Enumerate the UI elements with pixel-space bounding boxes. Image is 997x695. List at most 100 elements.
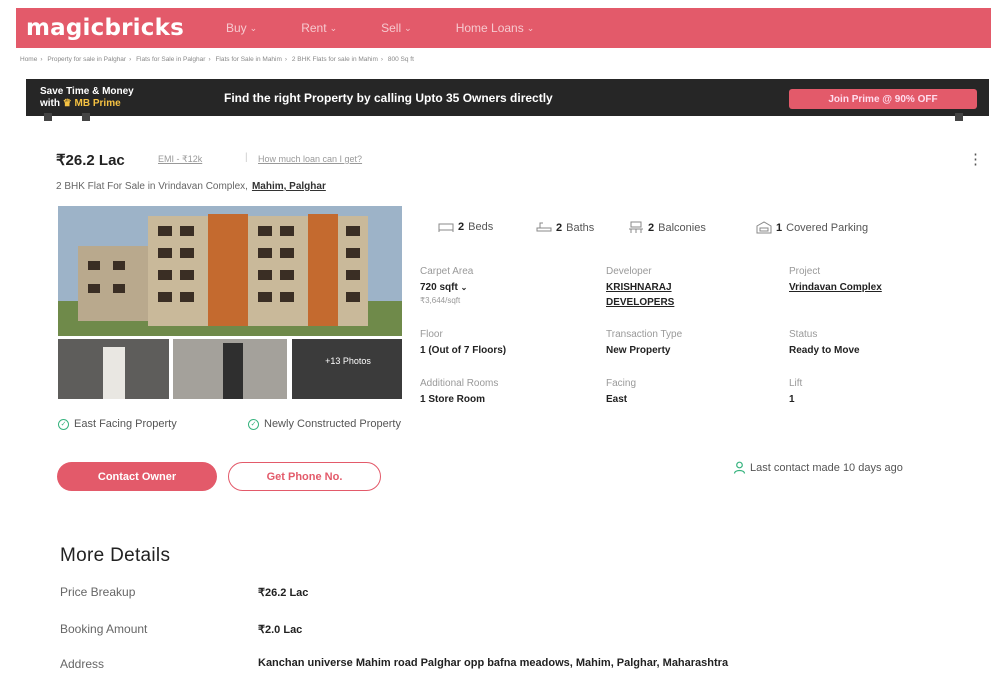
nav-buy-label: Buy (225, 21, 247, 35)
booking-amount-value: ₹2.0 Lac (258, 624, 303, 636)
address-label: Address (60, 657, 105, 671)
listing-subtitle: 2 BHK Flat For Sale in Vrindavan Complex… (56, 181, 326, 192)
parking-icon (756, 221, 772, 234)
property-thumbnail[interactable] (58, 339, 169, 399)
nav-sell[interactable]: Sell ⌄ (381, 21, 412, 35)
nav-home-loans[interactable]: Home Loans ⌄ (456, 21, 535, 35)
photo-count-label[interactable]: +13 Photos (308, 355, 388, 368)
property-thumbnail[interactable] (173, 339, 287, 399)
chevron-down-icon: ⌄ (404, 22, 412, 33)
nav-buy[interactable]: Buy ⌄ (226, 21, 257, 35)
breadcrumb-item[interactable]: 2 BHK Flats for sale in Mahim (292, 56, 378, 63)
baths-count: 2 (556, 221, 563, 234)
chevron-down-icon: ⌄ (329, 22, 338, 33)
amenity-balconies: 2 Balconies (628, 221, 706, 234)
nav-rent-label: Rent (301, 21, 327, 35)
developer-link-line-2[interactable]: DEVELOPERS (606, 297, 674, 308)
feature-tag-newly-constructed: ✓ Newly Constructed Property (248, 418, 401, 430)
prime-promo-text: Save Time & Money with ♛ MB Prime (40, 86, 200, 110)
breadcrumb-item[interactable]: Flats for Sale in Palghar (136, 56, 205, 63)
emi-link[interactable]: EMI - ₹12k (158, 154, 202, 165)
top-navbar: magicbricks Buy ⌄ Rent ⌄ Sell ⌄ Home Loans ⌄ (16, 8, 991, 48)
banner-corner-mark (44, 113, 52, 121)
crown-icon: ♛ (62, 97, 72, 109)
listing-location-link[interactable]: Mahim, Palghar (252, 181, 326, 192)
magicbricks-logo[interactable]: magicbricks (26, 15, 184, 41)
amenity-beds: 2 Beds (438, 221, 493, 233)
more-options-icon[interactable]: ⋮ (968, 150, 983, 168)
breadcrumb-item: 800 Sq ft (387, 56, 414, 63)
transaction-type-label: Transaction Type (606, 329, 683, 340)
prime-line-2: with ♛ MB Prime (40, 98, 200, 110)
check-circle-icon: ✓ (248, 418, 259, 430)
price-separator: | (245, 152, 248, 163)
price-breakup-label: Price Breakup (60, 585, 136, 599)
main-property-photo[interactable] (58, 206, 402, 336)
price-breakup-value: ₹26.2 Lac (258, 587, 309, 599)
transaction-type-value: New Property (606, 345, 671, 356)
baths-label: Baths (566, 221, 595, 234)
breadcrumb: Home › Property for sale in Palghar › Flat… (20, 56, 414, 63)
floor-value: 1 (Out of 7 Floors) (420, 345, 507, 356)
breadcrumb-item[interactable]: Property for sale in Palghar (47, 56, 126, 63)
project-label: Project (789, 266, 821, 277)
loan-eligibility-link[interactable]: How much loan can I get? (258, 154, 362, 164)
carpet-area-value[interactable]: 720 sqft ⌄ (420, 282, 467, 293)
nav-sell-label: Sell (381, 21, 402, 35)
booking-amount-label: Booking Amount (60, 622, 148, 636)
building-image (58, 206, 402, 336)
price-per-sqft: ₹3,644/sqft (420, 296, 461, 305)
project-link[interactable]: Vrindavan Complex (789, 282, 882, 293)
prime-line-1: Save Time & Money (40, 85, 134, 97)
prime-banner: Save Time & Money with ♛ MB Prime Find t… (26, 79, 989, 116)
facing-label: Facing (606, 378, 637, 389)
facing-value: East (606, 394, 628, 405)
prime-message: Find the right Property by calling Upto … (224, 90, 553, 105)
listing-subtitle-text: 2 BHK Flat For Sale in Vrindavan Complex… (56, 181, 248, 192)
status-value: Ready to Move (789, 345, 860, 356)
last-contact-info: Last contact made 10 days ago (733, 461, 903, 474)
user-icon (733, 461, 746, 474)
nav-rent[interactable]: Rent ⌄ (301, 21, 337, 35)
room-image (173, 339, 287, 399)
room-image (292, 339, 402, 399)
listing-price: ₹26.2 Lac (56, 152, 125, 169)
carpet-area-label: Carpet Area (420, 266, 474, 277)
developer-link-line-1[interactable]: KRISHNARAJ (606, 282, 672, 293)
address-value: Kanchan universe Mahim road Palghar opp … (258, 657, 729, 669)
beds-count: 2 (458, 221, 465, 233)
chevron-down-icon: ⌄ (526, 22, 535, 33)
status-label: Status (789, 329, 818, 340)
prime-brand-text: MB Prime (74, 97, 121, 109)
join-prime-button[interactable]: Join Prime @ 90% OFF (789, 89, 977, 109)
contact-owner-button[interactable]: Contact Owner (57, 462, 217, 491)
beds-label: Beds (468, 221, 494, 233)
balcony-icon (629, 221, 643, 233)
breadcrumb-item[interactable]: Flats for Sale in Mahim (215, 56, 281, 63)
lift-label: Lift (789, 378, 803, 389)
banner-corner-mark (82, 113, 90, 121)
bath-icon (536, 222, 552, 232)
amenity-baths: 2 Baths (536, 221, 594, 234)
additional-rooms-value: 1 Store Room (420, 394, 486, 405)
get-phone-button[interactable]: Get Phone No. (228, 462, 381, 491)
breadcrumb-item[interactable]: Home (20, 56, 37, 63)
last-contact-text: Last contact made 10 days ago (750, 461, 903, 474)
check-circle-icon: ✓ (58, 418, 69, 430)
carpet-area-text: 720 sqft (420, 282, 458, 293)
more-details-heading: More Details (60, 545, 171, 566)
parking-label: Covered Parking (786, 221, 869, 234)
room-image (58, 339, 169, 399)
chevron-down-icon: ⌄ (460, 283, 468, 292)
floor-label: Floor (420, 329, 443, 340)
balconies-count: 2 (648, 221, 655, 234)
developer-label: Developer (606, 266, 652, 277)
feature-tag-east-facing: ✓ East Facing Property (58, 418, 177, 430)
feature-tag-label: East Facing Property (74, 418, 177, 430)
bed-icon (438, 223, 454, 232)
feature-tag-label: Newly Constructed Property (264, 418, 401, 430)
more-photos-thumbnail[interactable] (292, 339, 402, 399)
balconies-label: Balconies (658, 221, 706, 234)
chevron-down-icon: ⌄ (249, 22, 258, 33)
parking-count: 1 (776, 221, 783, 234)
